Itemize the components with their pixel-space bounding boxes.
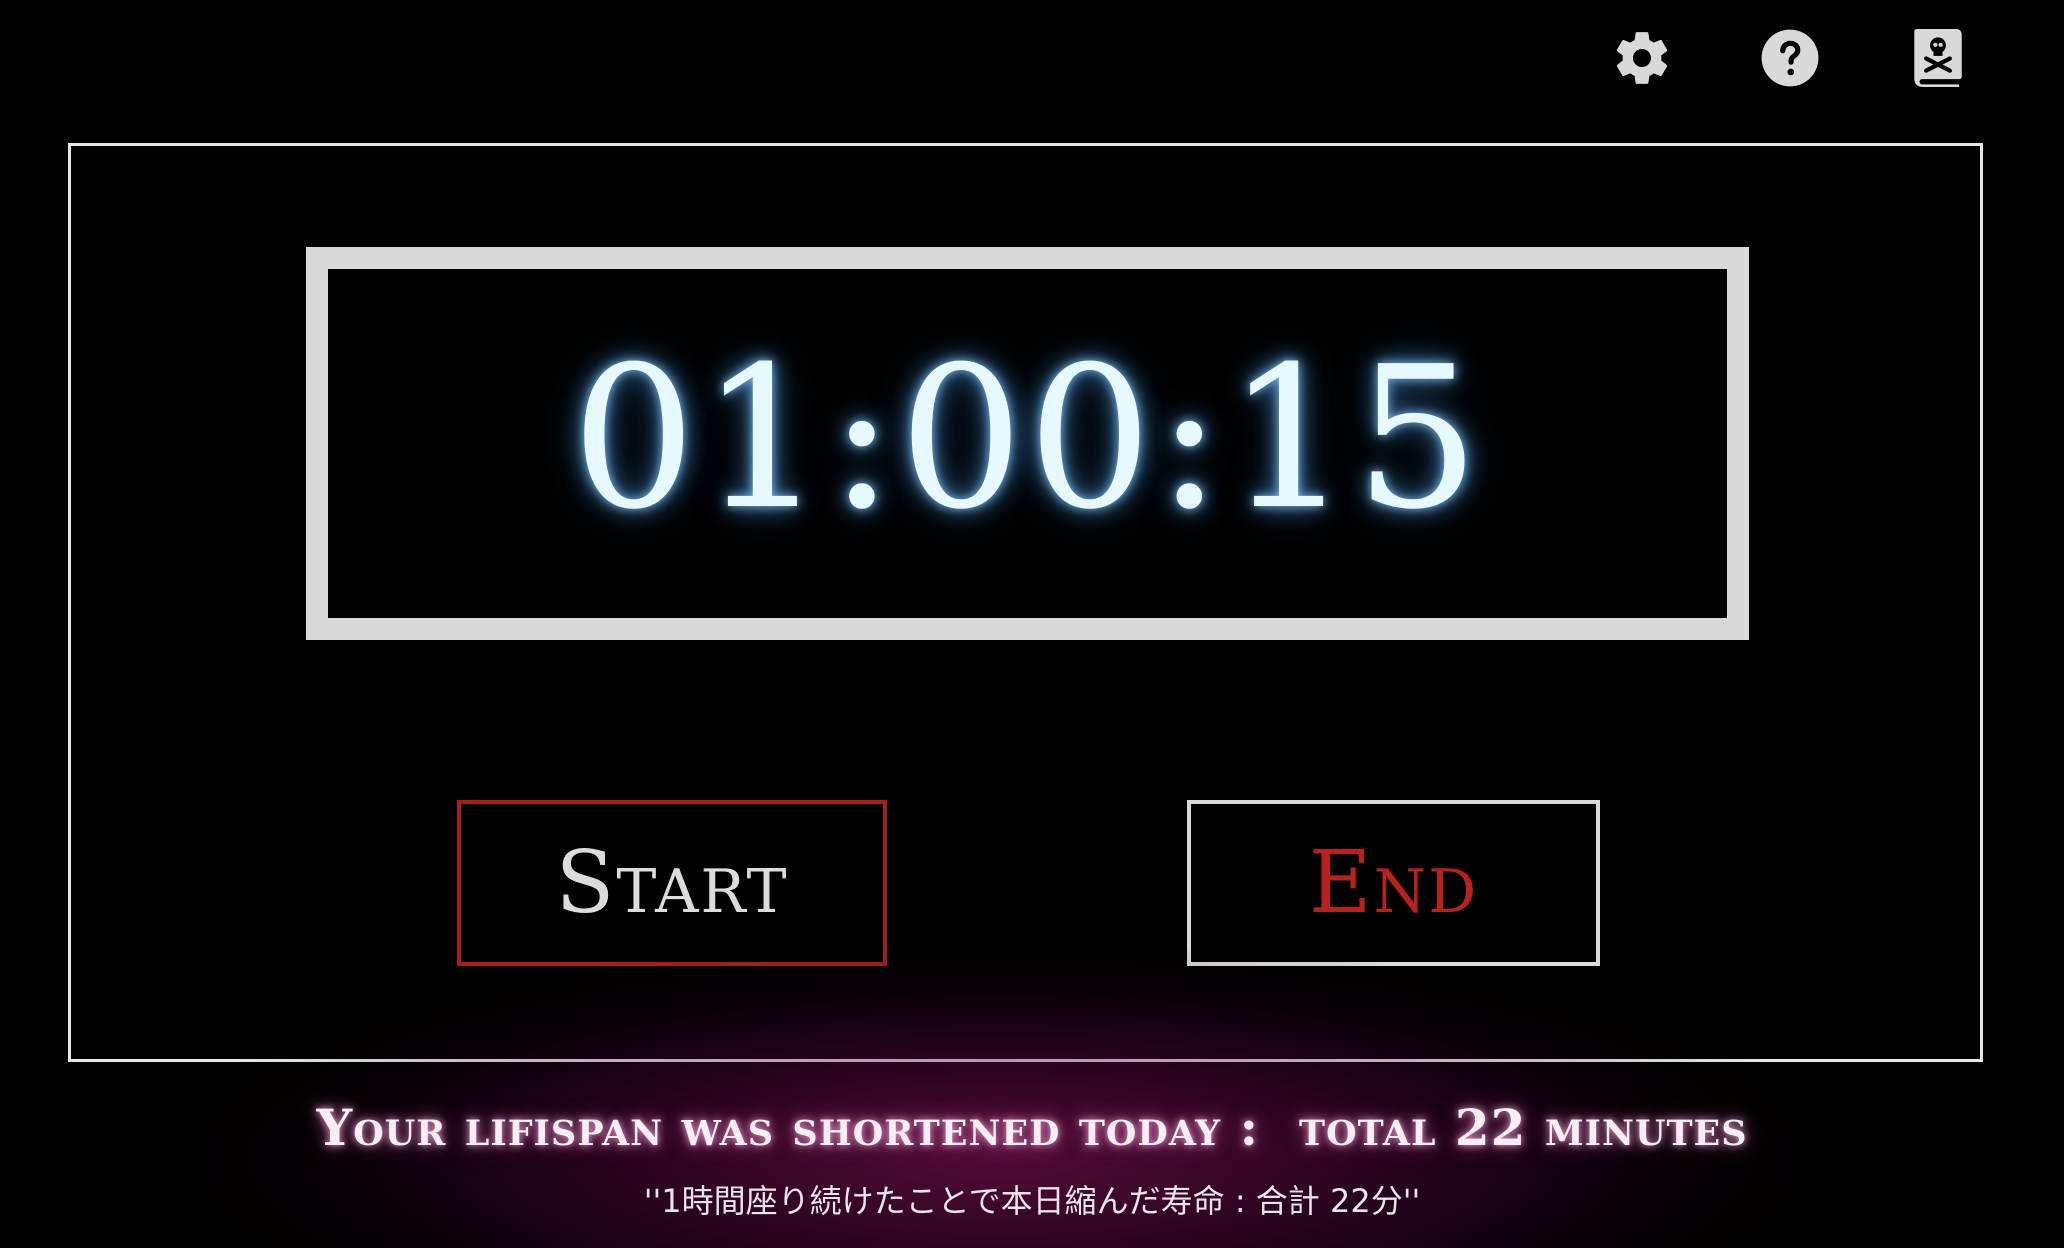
start-button[interactable]: Start [457,800,887,966]
timer-display: 01:00:15 [306,247,1749,640]
timer-value: 01:00:15 [571,324,1484,553]
settings-button[interactable] [1608,24,1676,92]
toolbar [1608,24,1972,92]
lifespan-message-japanese: ''1時間座り続けたことで本日縮んだ寿命 : 合計 22分'' [643,1182,1421,1220]
record-book-button[interactable] [1904,24,1972,92]
lifespan-label: Your lifispan was shortened today : [316,1098,1260,1157]
gear-icon [1616,32,1668,84]
lifespan-total: total 22 minutes [1299,1098,1748,1157]
help-button[interactable] [1756,24,1824,92]
help-icon [1761,29,1819,87]
skull-book-icon [1914,29,1962,87]
timer-app: 01:00:15 Start End Your lifispan was sho… [0,0,2064,1248]
lifespan-message: Your lifispan was shortened today : total… [0,1098,2064,1157]
end-button[interactable]: End [1187,800,1600,966]
